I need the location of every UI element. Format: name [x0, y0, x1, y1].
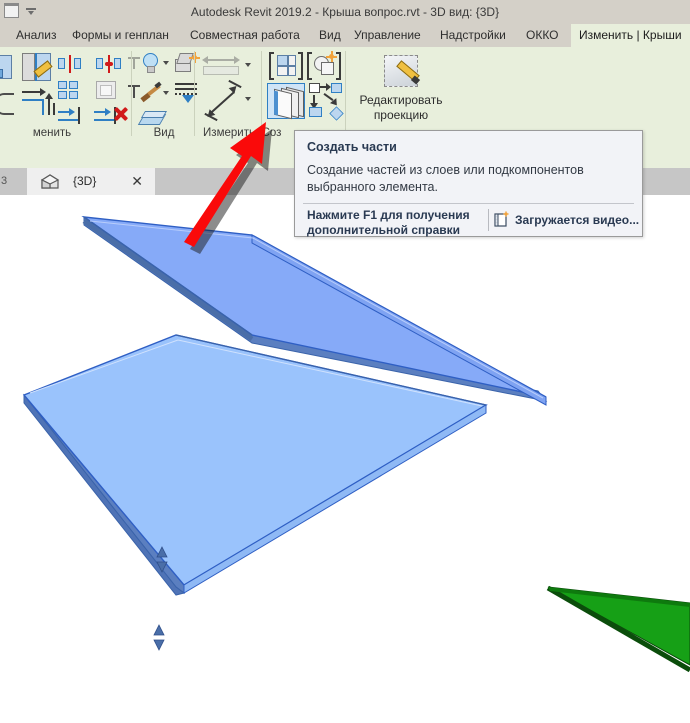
align-arrows-icon[interactable] — [22, 88, 56, 117]
paintbrush-icon[interactable] — [140, 81, 163, 103]
create-parts-icon — [272, 86, 304, 120]
tooltip-vertical-separator — [488, 209, 489, 231]
tab-manage[interactable]: Управление — [346, 24, 429, 47]
cut-geometry-icon[interactable] — [0, 91, 18, 117]
model-canvas-3d[interactable] — [0, 195, 690, 723]
tooltip-title: Создать части — [307, 140, 397, 154]
paint-roller-icon[interactable] — [0, 55, 14, 81]
video-film-icon — [494, 211, 509, 227]
view-strip-left-edge: 3 — [0, 168, 24, 195]
create-similar-icon[interactable] — [269, 52, 303, 80]
mirror-pick-icon[interactable] — [96, 55, 122, 73]
scale-icon[interactable] — [96, 81, 118, 101]
tab-addins[interactable]: Надстройки — [432, 24, 514, 47]
close-icon[interactable]: ✕ — [131, 168, 143, 195]
create-parts-button[interactable] — [267, 83, 305, 120]
edit-projection-icon[interactable] — [384, 55, 424, 89]
section-box-icon[interactable] — [137, 109, 168, 127]
roof-geometry — [22, 216, 690, 673]
ribbon-tab-strip: Анализ Формы и генплан Совместная работа… — [0, 24, 690, 47]
red-arrow-pointer — [184, 122, 272, 254]
shape-handle-lower[interactable] — [153, 624, 165, 651]
tooltip-help-hint: Нажмите F1 для получения дополнительной … — [307, 208, 482, 238]
tooltip-help-hint-line2: дополнительной справки — [307, 223, 460, 237]
tooltip-divider — [303, 203, 634, 204]
revit-window: Autodesk Revit 2019.2 - Крыша вопрос.rvt… — [0, 0, 690, 723]
tab-okko[interactable]: ОККО — [518, 24, 567, 47]
tooltip-help-hint-line1: Нажмите F1 для получения — [307, 208, 470, 222]
lightbulb-icon[interactable] — [141, 53, 159, 75]
tab-massing-site[interactable]: Формы и генплан — [64, 24, 177, 47]
edit-projection-label-line1[interactable]: Редактировать — [346, 93, 456, 108]
cut-profile-icon[interactable] — [22, 53, 53, 83]
view-strip-truncated-label: 3 — [1, 175, 8, 187]
tab-modify-roofs[interactable]: Изменить | Крыши — [571, 24, 690, 47]
create-assembly-icon[interactable] — [309, 83, 344, 121]
ribbon-panel-area: менить Вид Измерить Редактировать проекц… — [0, 47, 690, 141]
panel-divider-1 — [131, 51, 132, 136]
home-3d-icon — [40, 174, 60, 189]
view-tab-3d[interactable]: {3D} ✕ — [27, 168, 155, 195]
tooltip-create-parts: Создать части Создание частей из слоев и… — [294, 130, 643, 237]
tab-analysis[interactable]: Анализ — [8, 24, 65, 47]
tab-view[interactable]: Вид — [311, 24, 349, 47]
tab-collaborate[interactable]: Совместная работа — [182, 24, 308, 47]
window-title: Autodesk Revit 2019.2 - Крыша вопрос.rvt… — [190, 5, 500, 19]
measure-distance-icon[interactable] — [202, 55, 240, 77]
create-group-icon[interactable] — [307, 51, 341, 80]
align-icon[interactable] — [58, 107, 82, 125]
paintbrush-dropdown-caret[interactable] — [163, 91, 169, 95]
array-icon[interactable] — [58, 81, 80, 101]
tooltip-body: Создание частей из слоев или подкомпонен… — [307, 163, 584, 194]
lightbulb-dropdown-caret[interactable] — [163, 61, 169, 65]
measure-dropdown-caret-2[interactable] — [245, 97, 251, 101]
title-bar: Autodesk Revit 2019.2 - Крыша вопрос.rvt… — [0, 0, 690, 25]
panel-label-modify: менить — [32, 127, 72, 139]
delete-icon[interactable] — [113, 106, 129, 122]
measure-dropdown-caret-1[interactable] — [245, 63, 251, 67]
mirror-axis-icon[interactable] — [58, 55, 82, 73]
ribbon-panel-modify: менить — [0, 47, 140, 140]
ribbon-panel-edit-projection: Редактировать проекцию — [346, 47, 456, 140]
tooltip-video-status: Загружается видео... — [515, 213, 640, 227]
edit-projection-label-line2[interactable]: проекцию — [346, 108, 456, 123]
view-tab-label: {3D} — [73, 174, 97, 188]
